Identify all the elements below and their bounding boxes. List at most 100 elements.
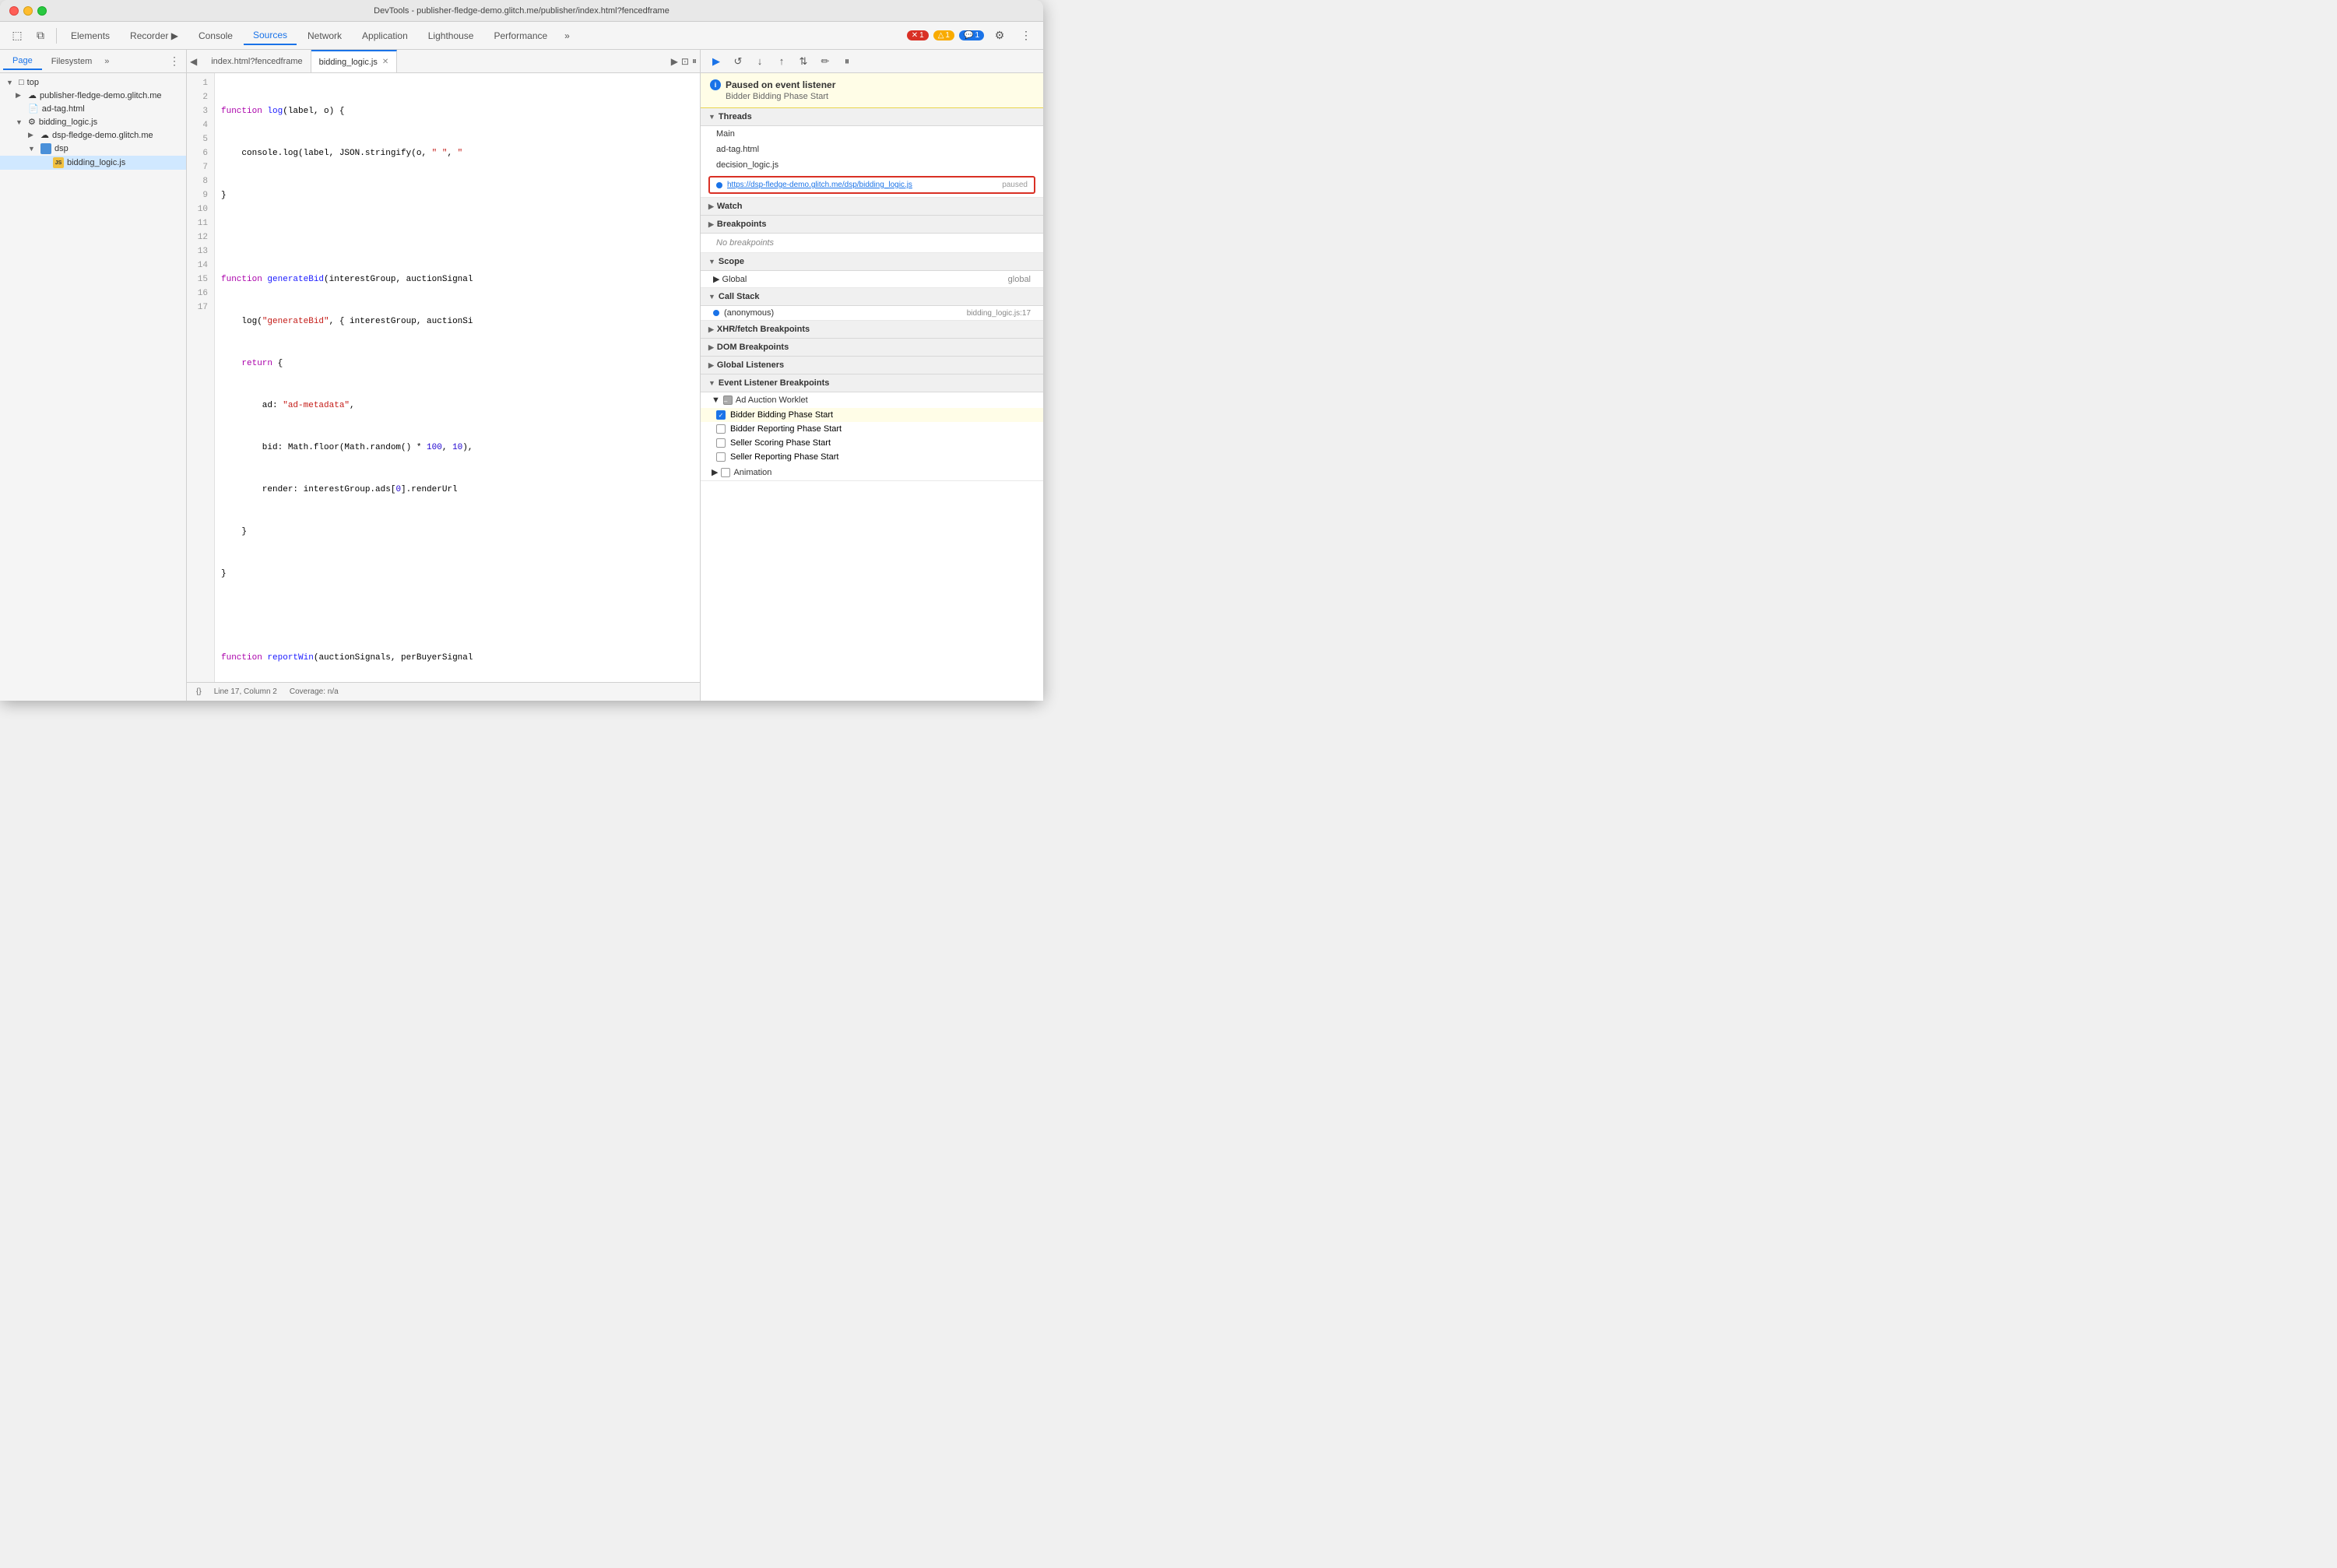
- deactivate-breakpoints-button[interactable]: ⏸: [838, 52, 856, 71]
- toolbar-divider-1: [56, 28, 57, 44]
- settings-button[interactable]: ⚙: [989, 25, 1010, 47]
- editor-tab-close-icon[interactable]: ✕: [382, 58, 388, 66]
- tab-console[interactable]: Console: [189, 27, 242, 44]
- thread-main[interactable]: Main: [701, 126, 1043, 142]
- event-bidder-bidding[interactable]: ✓ Bidder Bidding Phase Start: [701, 408, 1043, 422]
- editor-tab-index[interactable]: index.html?fencedframe: [203, 50, 311, 72]
- tab-network[interactable]: Network: [298, 27, 351, 44]
- sidebar-options-button[interactable]: ⋮: [166, 53, 183, 69]
- scope-global[interactable]: ▶ Global global: [701, 271, 1043, 287]
- tab-recorder[interactable]: Recorder ▶: [121, 27, 188, 44]
- line-num-10: 10: [193, 202, 208, 216]
- maximize-button[interactable]: [37, 6, 47, 16]
- event-listener-section-header[interactable]: ▼ Event Listener Breakpoints: [701, 374, 1043, 392]
- dom-section-header[interactable]: ▶ DOM Breakpoints: [701, 339, 1043, 357]
- editor-nav-back[interactable]: ◀: [190, 56, 197, 67]
- threads-arrow: ▼: [708, 113, 715, 121]
- sidebar-tab-page[interactable]: Page: [3, 53, 42, 70]
- cursor-position: Line 17, Column 2: [214, 687, 277, 696]
- editor-tab-bidding-label: bidding_logic.js: [319, 58, 378, 67]
- scope-section-header[interactable]: ▼ Scope: [701, 253, 1043, 271]
- tree-item-publisher[interactable]: ▶ ☁ publisher-fledge-demo.glitch.me: [0, 89, 186, 102]
- event-bidder-reporting[interactable]: Bidder Reporting Phase Start: [701, 422, 1043, 436]
- add-tab-icon[interactable]: ▶: [671, 56, 678, 67]
- callstack-item-anonymous[interactable]: (anonymous) bidding_logic.js:17: [701, 306, 1043, 320]
- tree-arrow-bidding-root: ▼: [16, 118, 25, 126]
- seller-scoring-checkbox[interactable]: [716, 438, 726, 448]
- tree-item-adtag[interactable]: 📄 ad-tag.html: [0, 102, 186, 115]
- tab-application[interactable]: Application: [353, 27, 417, 44]
- editor-tab-bidding[interactable]: bidding_logic.js ✕: [311, 50, 398, 72]
- animation-subsection-header[interactable]: ▶ Animation: [701, 464, 1043, 480]
- step-into-button[interactable]: ↓: [750, 52, 769, 71]
- minimize-button[interactable]: [23, 6, 33, 16]
- cursor-icon[interactable]: ⬚: [6, 25, 28, 47]
- scope-section-content: ▶ Global global: [701, 271, 1043, 288]
- split-view-icon[interactable]: ⊡: [681, 56, 689, 67]
- breakpoints-section-header[interactable]: ▶ Breakpoints: [701, 216, 1043, 234]
- tree-arrow-dsp-folder: ▼: [28, 145, 37, 153]
- event-seller-reporting[interactable]: Seller Reporting Phase Start: [701, 450, 1043, 464]
- seller-reporting-checkbox[interactable]: [716, 452, 726, 462]
- step-out-button[interactable]: ↑: [772, 52, 791, 71]
- animation-arrow: ▶: [712, 467, 718, 477]
- tab-lighthouse[interactable]: Lighthouse: [419, 27, 483, 44]
- threads-section-header[interactable]: ▼ Threads: [701, 108, 1043, 126]
- watch-label: Watch: [717, 202, 743, 211]
- line-num-11: 11: [193, 216, 208, 230]
- info-badge[interactable]: 💬 1: [959, 30, 984, 40]
- thread-decision[interactable]: decision_logic.js: [701, 157, 1043, 173]
- callstack-section-header[interactable]: ▼ Call Stack: [701, 288, 1043, 306]
- step-button[interactable]: ⇅: [794, 52, 813, 71]
- scope-global-value: global: [1008, 275, 1031, 284]
- code-line-12: }: [221, 567, 694, 581]
- resume-button[interactable]: ▶: [707, 52, 726, 71]
- thread-adtag[interactable]: ad-tag.html: [701, 142, 1043, 157]
- tree-item-bidding-js[interactable]: JS bidding_logic.js: [0, 156, 186, 170]
- tree-arrow-dsp-demo: ▶: [28, 131, 37, 139]
- tree-item-top[interactable]: ▼ □ top: [0, 76, 186, 89]
- watch-section-header[interactable]: ▶ Watch: [701, 198, 1043, 216]
- thread-active-box[interactable]: https://dsp-fledge-demo.glitch.me/dsp/bi…: [708, 176, 1035, 194]
- code-line-8: ad: "ad-metadata",: [221, 399, 694, 413]
- tab-elements[interactable]: Elements: [62, 27, 119, 44]
- tree-label-dsp-folder: dsp: [54, 144, 69, 153]
- tree-item-dsp-folder[interactable]: ▼ dsp: [0, 142, 186, 156]
- main-toolbar: ⬚ ⧉ Elements Recorder ▶ Console Sources …: [0, 22, 1043, 50]
- global-listeners-label: Global Listeners: [717, 360, 784, 370]
- more-tabs-button[interactable]: »: [558, 27, 576, 44]
- bidder-bidding-checkbox[interactable]: ✓: [716, 410, 726, 420]
- tree-item-dsp-demo[interactable]: ▶ ☁ dsp-fledge-demo.glitch.me: [0, 128, 186, 142]
- event-seller-scoring[interactable]: Seller Scoring Phase Start: [701, 436, 1043, 450]
- file-sidebar: Page Filesystem » ⋮ ▼ □ top ▶ ☁ publishe…: [0, 50, 187, 701]
- line-num-6: 6: [193, 146, 208, 160]
- tab-performance[interactable]: Performance: [484, 27, 557, 44]
- sidebar-more-button[interactable]: »: [104, 57, 109, 66]
- info-count: 1: [975, 31, 979, 40]
- step-over-button[interactable]: ↺: [729, 52, 747, 71]
- ad-auction-subsection-header[interactable]: ▼ – Ad Auction Worklet: [701, 392, 1043, 408]
- tab-sources[interactable]: Sources: [244, 26, 297, 45]
- tree-item-bidding-root[interactable]: ▼ ⚙ bidding_logic.js: [0, 115, 186, 128]
- editor-status-bar: {} Line 17, Column 2 Coverage: n/a: [187, 682, 700, 701]
- more-options-button[interactable]: ⋮: [1015, 25, 1037, 47]
- global-listeners-section-header[interactable]: ▶ Global Listeners: [701, 357, 1043, 374]
- sidebar-tab-filesystem[interactable]: Filesystem: [42, 54, 102, 69]
- warning-badge[interactable]: △ 1: [933, 30, 954, 40]
- tree-label-adtag: ad-tag.html: [42, 104, 85, 114]
- format-icon[interactable]: {}: [196, 687, 202, 696]
- pause-icon[interactable]: ⏸: [692, 55, 697, 67]
- close-button[interactable]: [9, 6, 19, 16]
- code-viewer[interactable]: 1 2 3 4 5 6 7 8 9 10 11 12 13 14 15 16 1…: [187, 73, 700, 682]
- line-num-1: 1: [193, 76, 208, 90]
- edit-breakpoints-button[interactable]: ✏: [816, 52, 835, 71]
- device-toggle-icon[interactable]: ⧉: [30, 25, 51, 47]
- ad-auction-checkbox[interactable]: –: [723, 396, 733, 405]
- xhr-section-header[interactable]: ▶ XHR/fetch Breakpoints: [701, 321, 1043, 339]
- bidder-reporting-label: Bidder Reporting Phase Start: [730, 424, 842, 434]
- error-badge[interactable]: ✕ 1: [907, 30, 929, 40]
- bidder-reporting-checkbox[interactable]: [716, 424, 726, 434]
- breakpoints-section-content: No breakpoints: [701, 234, 1043, 253]
- line-numbers: 1 2 3 4 5 6 7 8 9 10 11 12 13 14 15 16 1…: [187, 73, 215, 682]
- animation-checkbox[interactable]: [721, 468, 730, 477]
